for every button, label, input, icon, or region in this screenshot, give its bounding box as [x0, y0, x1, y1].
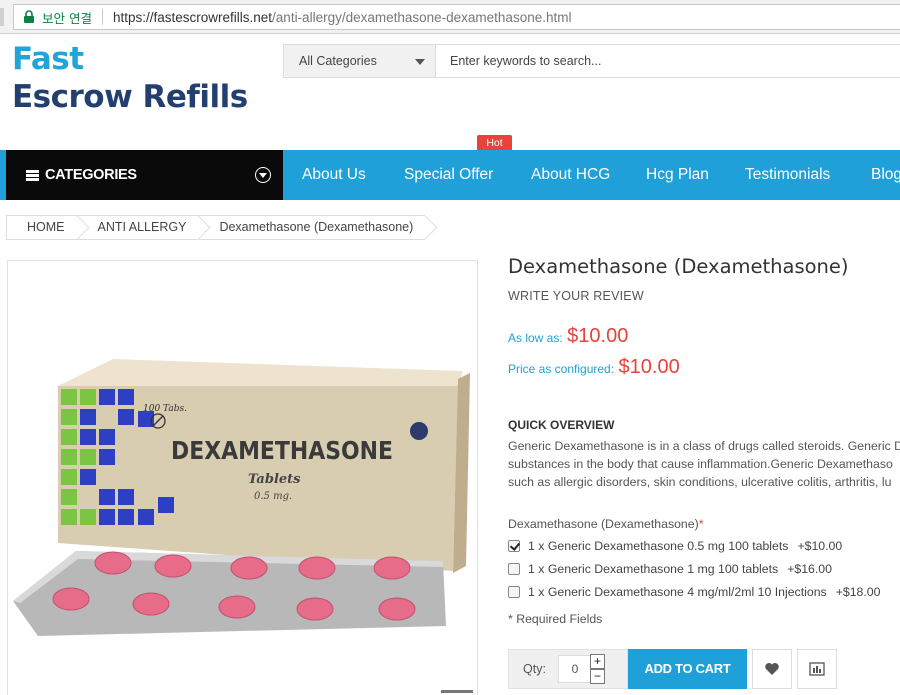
nav-testimonials[interactable]: Testimonials	[745, 150, 830, 200]
compare-button[interactable]	[797, 649, 837, 689]
required-fields-note: * Required Fields	[508, 612, 603, 626]
box-name-text: DEXAMETHASONE	[171, 436, 393, 465]
url-path: /anti-allergy/dexamethasone-dexamethason…	[272, 9, 572, 25]
required-mark: *	[698, 517, 704, 531]
configured-price-value: $10.00	[618, 356, 680, 378]
search-input[interactable]	[436, 45, 900, 77]
box-form-text: Tablets	[248, 472, 301, 487]
overview-line: Generic Dexamethasone is in a class of d…	[508, 439, 900, 453]
qty-input[interactable]: 0	[557, 655, 592, 683]
option-price: +$10.00	[797, 539, 843, 553]
search-bar: All Categories	[283, 44, 900, 78]
product-image[interactable]: 100 Tabs. DEXAMETHASONE Tablets 0.5 mg.	[7, 260, 478, 695]
nav-about-hcg[interactable]: About HCG	[531, 150, 610, 200]
categories-menu-button[interactable]: CATEGORIES	[6, 150, 283, 200]
site-logo[interactable]: Fast Escrow Refills	[12, 40, 248, 116]
option-row[interactable]: 1 x Generic Dexamethasone 4 mg/ml/2ml 10…	[508, 585, 880, 599]
lock-icon	[22, 10, 36, 24]
breadcrumb-current: Dexamethasone (Dexamethasone)	[198, 215, 426, 240]
heart-icon	[765, 663, 779, 675]
minus-icon[interactable]: −	[590, 669, 605, 684]
configured-price: Price as configured: $10.00	[508, 356, 680, 379]
option-row[interactable]: 1 x Generic Dexamethasone 1 mg 100 table…	[508, 562, 832, 576]
nav-about-us[interactable]: About Us	[302, 150, 366, 200]
menu-icon	[26, 169, 39, 181]
add-to-cart-button[interactable]: ADD TO CART	[628, 649, 747, 689]
plus-icon[interactable]: +	[590, 654, 605, 669]
url-host: https://fastescrowrefills.net	[112, 9, 273, 25]
nav-hcg-plan[interactable]: Hcg Plan	[646, 150, 709, 200]
as-low-as-label: As low as:	[508, 331, 563, 345]
option-label: 1 x Generic Dexamethasone 1 mg 100 table…	[528, 562, 779, 576]
url-box[interactable]: 보안 연결 https://fastescrowrefills.net/anti…	[13, 4, 900, 30]
option-checkbox-checked[interactable]	[508, 540, 520, 552]
as-low-as-price: As low as: $10.00	[508, 325, 628, 348]
categories-label: CATEGORIES	[45, 167, 137, 183]
hot-badge: Hot	[477, 135, 512, 155]
overview-line: substances in the body that cause inflam…	[508, 457, 893, 471]
caret-down-icon	[415, 59, 425, 65]
category-select-value: All Categories	[299, 54, 377, 68]
options-title-text: Dexamethasone (Dexamethasone)	[508, 517, 699, 531]
option-price: +$18.00	[835, 585, 881, 599]
box-count-text: 100 Tabs.	[143, 404, 187, 414]
option-price: +$16.00	[787, 562, 832, 576]
product-photo: 100 Tabs. DEXAMETHASONE Tablets 0.5 mg.	[13, 359, 470, 636]
as-low-as-value: $10.00	[567, 325, 629, 347]
browser-edge	[0, 8, 4, 26]
breadcrumb-home[interactable]: HOME	[6, 215, 77, 240]
category-select[interactable]: All Categories	[284, 45, 436, 77]
options-title: Dexamethasone (Dexamethasone)*	[508, 517, 704, 531]
quantity-stepper[interactable]: + −	[590, 654, 605, 684]
image-scroll-indicator	[441, 690, 473, 693]
product-title: Dexamethasone (Dexamethasone)	[508, 255, 849, 278]
nav-special-offer[interactable]: Special Offer	[404, 150, 493, 200]
divider	[101, 9, 103, 25]
quick-overview-text: Generic Dexamethasone is in a class of d…	[508, 437, 900, 497]
main-nav: CATEGORIES About Us Special Offer About …	[0, 150, 900, 200]
chevron-down-circle-icon[interactable]	[255, 167, 271, 183]
logo-line-1: Fast	[12, 41, 84, 77]
qty-label: Qty:	[523, 662, 546, 676]
logo-line-2: Escrow Refills	[12, 79, 248, 115]
option-row[interactable]: 1 x Generic Dexamethasone 0.5 mg 100 tab…	[508, 539, 842, 553]
option-label: 1 x Generic Dexamethasone 0.5 mg 100 tab…	[528, 539, 789, 553]
option-checkbox[interactable]	[508, 586, 520, 598]
url-text[interactable]: https://fastescrowrefills.net/anti-aller…	[113, 10, 571, 25]
quick-overview-title: QUICK OVERVIEW	[508, 418, 615, 432]
compare-icon	[809, 662, 825, 676]
box-strength-text: 0.5 mg.	[254, 491, 292, 502]
option-label: 1 x Generic Dexamethasone 4 mg/ml/2ml 10…	[528, 585, 827, 599]
write-review-link[interactable]: WRITE YOUR REVIEW	[508, 289, 644, 303]
configured-price-label: Price as configured:	[508, 362, 615, 376]
secure-connection-label: 보안 연결	[42, 10, 92, 26]
browser-address-bar: 보안 연결 https://fastescrowrefills.net/anti…	[0, 0, 900, 34]
breadcrumb-anti-allergy[interactable]: ANTI ALLERGY	[76, 215, 199, 240]
wishlist-button[interactable]	[752, 649, 792, 689]
breadcrumb: HOME ANTI ALLERGY Dexamethasone (Dexamet…	[6, 215, 426, 240]
quantity-box: Qty: 0	[508, 649, 628, 689]
option-checkbox[interactable]	[508, 563, 520, 575]
nav-blog[interactable]: Blog	[871, 150, 900, 200]
overview-line: such as allergic disorders, skin conditi…	[508, 475, 892, 489]
